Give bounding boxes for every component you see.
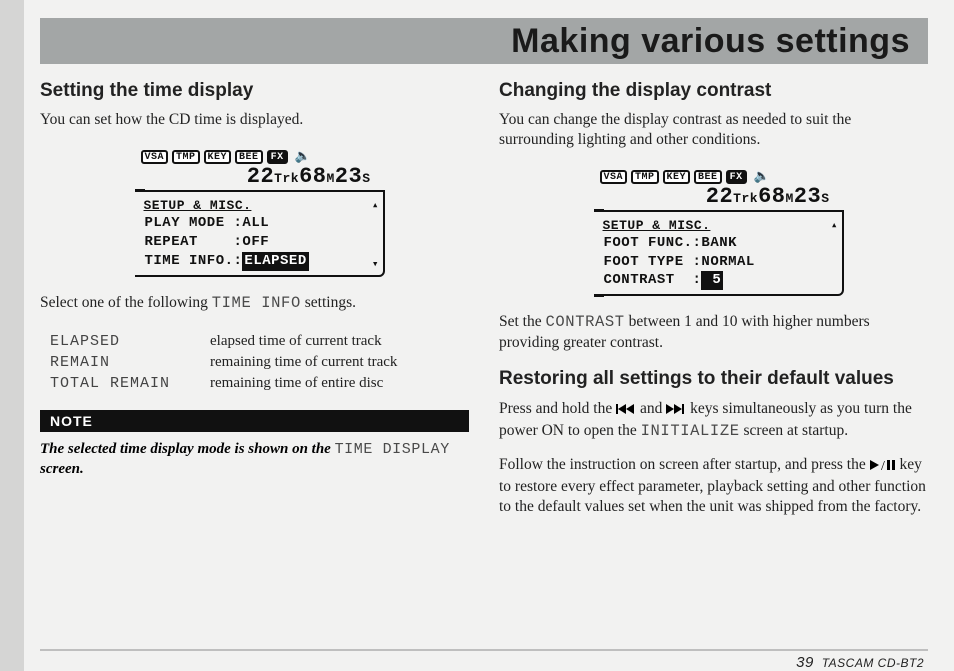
scroll-down-icon: ▾ [372, 257, 379, 271]
body-text: Select one of the following TIME INFO se… [40, 293, 469, 314]
section-heading-time-display: Setting the time display [40, 80, 469, 102]
lcd-tab-label: SETUP & MISC. [600, 218, 714, 233]
option-key: ELAPSED [50, 333, 210, 350]
time-info-options-table: ELAPSED elapsed time of current track RE… [50, 333, 469, 392]
body-text: Set the CONTRAST between 1 and 10 with h… [499, 312, 928, 353]
note-badge: NOTE [40, 410, 469, 432]
lcd-menu-box: ▴ ▾ SETUP & MISC. PLAY MODE :ALL REPEAT … [135, 190, 385, 277]
play-pause-icon: / [870, 457, 896, 477]
option-desc: remaining time of entire disc [210, 375, 469, 392]
content-columns: Setting the time display You can set how… [40, 80, 928, 631]
lcd-status-icons: VSA TMP KEY BEE FX 🔈 [125, 150, 385, 164]
lcd-icon-tmp: TMP [631, 170, 659, 184]
section-heading-restore: Restoring all settings to their default … [499, 367, 928, 391]
skip-back-icon [616, 401, 636, 421]
note-text: The selected time display mode is shown … [40, 440, 469, 479]
lcd-row-contrast: CONTRAST : 5 [604, 271, 836, 290]
lcd-row-repeat: REPEAT :OFF [145, 233, 377, 252]
lcd-icon-key: KEY [663, 170, 691, 184]
speaker-icon: 🔈 [295, 150, 311, 163]
lcd-icon-vsa: VSA [141, 150, 169, 164]
lcd-icon-bee: BEE [235, 150, 263, 164]
body-text: Follow the instruction on screen after s… [499, 455, 928, 516]
right-column: Changing the display contrast You can ch… [499, 80, 928, 631]
lcd-icon-vsa: VSA [600, 170, 628, 184]
lcd-icon-key: KEY [204, 150, 232, 164]
lcd-row-foottype: FOOT TYPE :NORMAL [604, 253, 836, 272]
section-heading-contrast: Changing the display contrast [499, 80, 928, 102]
lcd-screenshot-contrast: VSA TMP KEY BEE FX 🔈 22Trk68M23S ▴ SETUP… [584, 170, 844, 297]
lcd-icon-tmp: TMP [172, 150, 200, 164]
lcd-status-icons: VSA TMP KEY BEE FX 🔈 [584, 170, 844, 184]
svg-text:/: / [881, 459, 885, 471]
lcd-time-line: 22Trk68M23S [125, 166, 385, 188]
lcd-tab-label: SETUP & MISC. [141, 198, 255, 213]
scroll-up-icon: ▴ [831, 218, 838, 232]
skip-forward-icon [666, 401, 686, 421]
body-text: You can change the display contrast as n… [499, 110, 928, 150]
option-key: REMAIN [50, 354, 210, 371]
lcd-icon-fx: FX [267, 150, 288, 164]
chapter-title: Making various settings [511, 22, 910, 61]
page-number: 39 [796, 654, 814, 671]
option-key: TOTAL REMAIN [50, 375, 210, 392]
footer-divider [40, 649, 928, 651]
footer-text: 39 TASCAM CD-BT2 [796, 654, 924, 671]
lcd-icon-fx: FX [726, 170, 747, 184]
lcd-row-playmode: PLAY MODE :ALL [145, 214, 377, 233]
product-model: TASCAM CD-BT2 [822, 656, 924, 670]
lcd-time-line: 22Trk68M23S [584, 186, 844, 208]
lcd-menu-box: ▴ SETUP & MISC. FOOT FUNC.:BANK FOOT TYP… [594, 210, 844, 297]
lcd-icon-bee: BEE [694, 170, 722, 184]
left-column: Setting the time display You can set how… [40, 80, 469, 631]
lcd-row-footfunc: FOOT FUNC.:BANK [604, 234, 836, 253]
option-desc: elapsed time of current track [210, 333, 469, 350]
scroll-up-icon: ▴ [372, 198, 379, 212]
lcd-row-timeinfo: TIME INFO.:ELAPSED [145, 252, 377, 271]
chapter-header-band: Making various settings [40, 18, 928, 64]
option-desc: remaining time of current track [210, 354, 469, 371]
speaker-icon: 🔈 [754, 170, 770, 183]
lcd-screenshot-time: VSA TMP KEY BEE FX 🔈 22Trk68M23S ▴ ▾ SET… [125, 150, 385, 277]
body-text: Press and hold the and keys simultaneous… [499, 399, 928, 442]
body-text: You can set how the CD time is displayed… [40, 110, 469, 130]
page-tab-edge [0, 0, 24, 671]
